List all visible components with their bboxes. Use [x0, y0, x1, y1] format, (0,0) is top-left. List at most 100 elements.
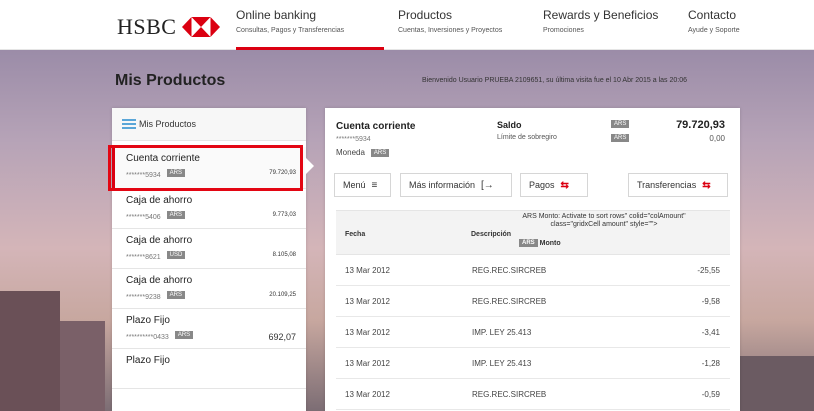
- cell-descripcion: REG.REC.SIRCREB: [472, 297, 547, 306]
- nav-subtitle: Promociones: [543, 27, 584, 34]
- table-row[interactable]: 13 Mar 2012 IMP. LEY 25.413 -1,28: [336, 348, 730, 379]
- menu-button-label: Menú: [343, 180, 366, 190]
- welcome-message: Bienvenido Usuario PRUEBA 2109651, su úl…: [422, 77, 687, 84]
- products-panel-header[interactable]: Mis Productos: [112, 108, 306, 141]
- transferencias-label: Transferencias: [637, 180, 697, 190]
- building-shape: [0, 291, 60, 411]
- product-name: Caja de ahorro: [126, 195, 193, 206]
- currency-row: Moneda ARS: [336, 148, 390, 157]
- currency-label: Moneda: [336, 148, 365, 157]
- nav-subtitle: Cuentas, Inversiones y Proyectos: [398, 27, 503, 34]
- selection-arrow: [305, 157, 314, 175]
- product-item[interactable]: Plazo Fijo: [112, 349, 306, 389]
- limite-value: 0,00: [709, 134, 725, 143]
- product-amount: 692,07: [268, 332, 296, 342]
- cell-monto: -9,58: [701, 297, 720, 306]
- col-monto-markup-leak: ARS Monto: Activate to sort rows" colid=…: [522, 213, 686, 228]
- pagos-button[interactable]: Pagos ⇆: [520, 173, 588, 197]
- currency-badge: ARS: [370, 148, 390, 157]
- account-detail-panel: Cuenta corriente *******5934 Moneda ARS S…: [325, 108, 740, 411]
- cell-fecha: 13 Mar 2012: [345, 266, 390, 275]
- hsbc-hexagon-icon: [182, 17, 221, 37]
- cell-fecha: 13 Mar 2012: [345, 359, 390, 368]
- external-link-icon: [→: [481, 179, 494, 191]
- account-number: *******5934: [336, 136, 371, 143]
- product-item[interactable]: Caja de ahorro *******9238 ARS 20.109,25: [112, 269, 306, 309]
- table-header: Fecha Descripción ARS Monto: Activate to…: [336, 210, 730, 255]
- nav-title: Productos: [398, 8, 453, 22]
- currency-badge: ARS: [611, 120, 630, 128]
- nav-online-banking[interactable]: Online banking Consultas, Pagos y Transf…: [236, 8, 386, 50]
- payment-icon: ⇆: [560, 179, 569, 191]
- hsbc-logo[interactable]: HSBC: [117, 14, 221, 40]
- account-title: Cuenta corriente: [336, 121, 416, 132]
- limite-label: Límite de sobregiro: [497, 134, 557, 141]
- more-info-label: Más información: [409, 180, 476, 190]
- product-name: Caja de ahorro: [126, 235, 193, 246]
- currency-badge: ARS: [611, 134, 630, 142]
- transferencias-button[interactable]: Transferencias ⇆: [628, 173, 728, 197]
- cell-fecha: 13 Mar 2012: [345, 297, 390, 306]
- nav-contacto[interactable]: Contacto Ayude y Soporte: [688, 8, 778, 50]
- saldo-label: Saldo: [497, 120, 522, 130]
- page-title: Mis Productos: [115, 72, 226, 89]
- top-header: HSBC Online banking Consultas, Pagos y T…: [0, 0, 814, 50]
- cell-descripcion: REG.REC.SIRCREB: [472, 266, 547, 275]
- cell-fecha: 13 Mar 2012: [345, 328, 390, 337]
- product-item[interactable]: Caja de ahorro *******8621 USD 8.105,08: [112, 229, 306, 269]
- cell-monto: -25,55: [697, 266, 720, 275]
- currency-badge: ARS: [174, 330, 194, 339]
- cell-fecha: 13 Mar 2012: [345, 390, 390, 399]
- saldo-value: 79.720,93: [676, 119, 725, 131]
- transactions-table: Fecha Descripción ARS Monto: Activate to…: [336, 210, 730, 410]
- product-name: Plazo Fijo: [126, 355, 170, 366]
- table-row[interactable]: 13 Mar 2012 IMP. LEY 25.413 -3,41: [336, 317, 730, 348]
- col-fecha[interactable]: Fecha: [345, 231, 365, 238]
- pagos-label: Pagos: [529, 180, 555, 190]
- cell-descripcion: IMP. LEY 25.413: [472, 328, 532, 337]
- table-row[interactable]: 13 Mar 2012 REG.REC.SIRCREB -25,55: [336, 255, 730, 286]
- product-account: *******9238: [126, 294, 161, 301]
- menu-button[interactable]: Menú ≡: [334, 173, 391, 197]
- nav-title: Online banking: [236, 8, 317, 22]
- product-account: **********0433: [126, 334, 169, 341]
- products-header-label: Mis Productos: [139, 119, 197, 129]
- cell-monto: -1,28: [701, 359, 720, 368]
- nav-subtitle: Consultas, Pagos y Transferencias: [236, 27, 345, 34]
- selection-highlight: [108, 145, 303, 191]
- col-descripcion[interactable]: Descripción: [471, 231, 511, 238]
- list-icon: [122, 119, 136, 129]
- cell-monto: -3,41: [701, 328, 720, 337]
- hamburger-icon: ≡: [371, 179, 378, 191]
- nav-subtitle: Ayude y Soporte: [688, 27, 740, 34]
- cell-descripcion: REG.REC.SIRCREB: [472, 390, 547, 399]
- product-item[interactable]: Plazo Fijo **********0433 ARS 692,07: [112, 309, 306, 349]
- product-name: Caja de ahorro: [126, 275, 193, 286]
- product-account: *******8621: [126, 254, 161, 261]
- currency-badge: ARS: [166, 210, 185, 219]
- product-item[interactable]: Caja de ahorro *******5406 ARS 9.773,03: [112, 189, 306, 229]
- logo-text: HSBC: [117, 14, 177, 39]
- product-name: Plazo Fijo: [126, 315, 170, 326]
- table-row[interactable]: 13 Mar 2012 REG.REC.SIRCREB -9,58: [336, 286, 730, 317]
- currency-badge: ARS: [166, 290, 185, 299]
- building-shape: [60, 321, 105, 411]
- main-nav: Online banking Consultas, Pagos y Transf…: [236, 8, 788, 50]
- building-shape: [740, 356, 814, 411]
- col-monto[interactable]: ARS Monto: [519, 239, 561, 247]
- nav-title: Rewards y Beneficios: [543, 8, 659, 22]
- currency-badge: USD: [166, 250, 186, 259]
- nav-productos[interactable]: Productos Cuentas, Inversiones y Proyect…: [398, 8, 533, 50]
- nav-title: Contacto: [688, 8, 737, 22]
- product-amount: 9.773,03: [272, 212, 296, 218]
- action-bar: Menú ≡ Más información [→ Pagos ⇆ Transf…: [334, 173, 734, 199]
- more-info-button[interactable]: Más información [→: [400, 173, 512, 197]
- product-amount: 20.109,25: [269, 292, 296, 298]
- transfer-icon: ⇆: [702, 179, 711, 191]
- cell-monto: -0,59: [701, 390, 720, 399]
- product-account: *******5406: [126, 214, 161, 221]
- col-monto-label: Monto: [539, 239, 561, 247]
- currency-badge: ARS: [519, 239, 538, 247]
- nav-rewards[interactable]: Rewards y Beneficios Promociones: [543, 8, 678, 50]
- table-row[interactable]: 13 Mar 2012 REG.REC.SIRCREB -0,59: [336, 379, 730, 410]
